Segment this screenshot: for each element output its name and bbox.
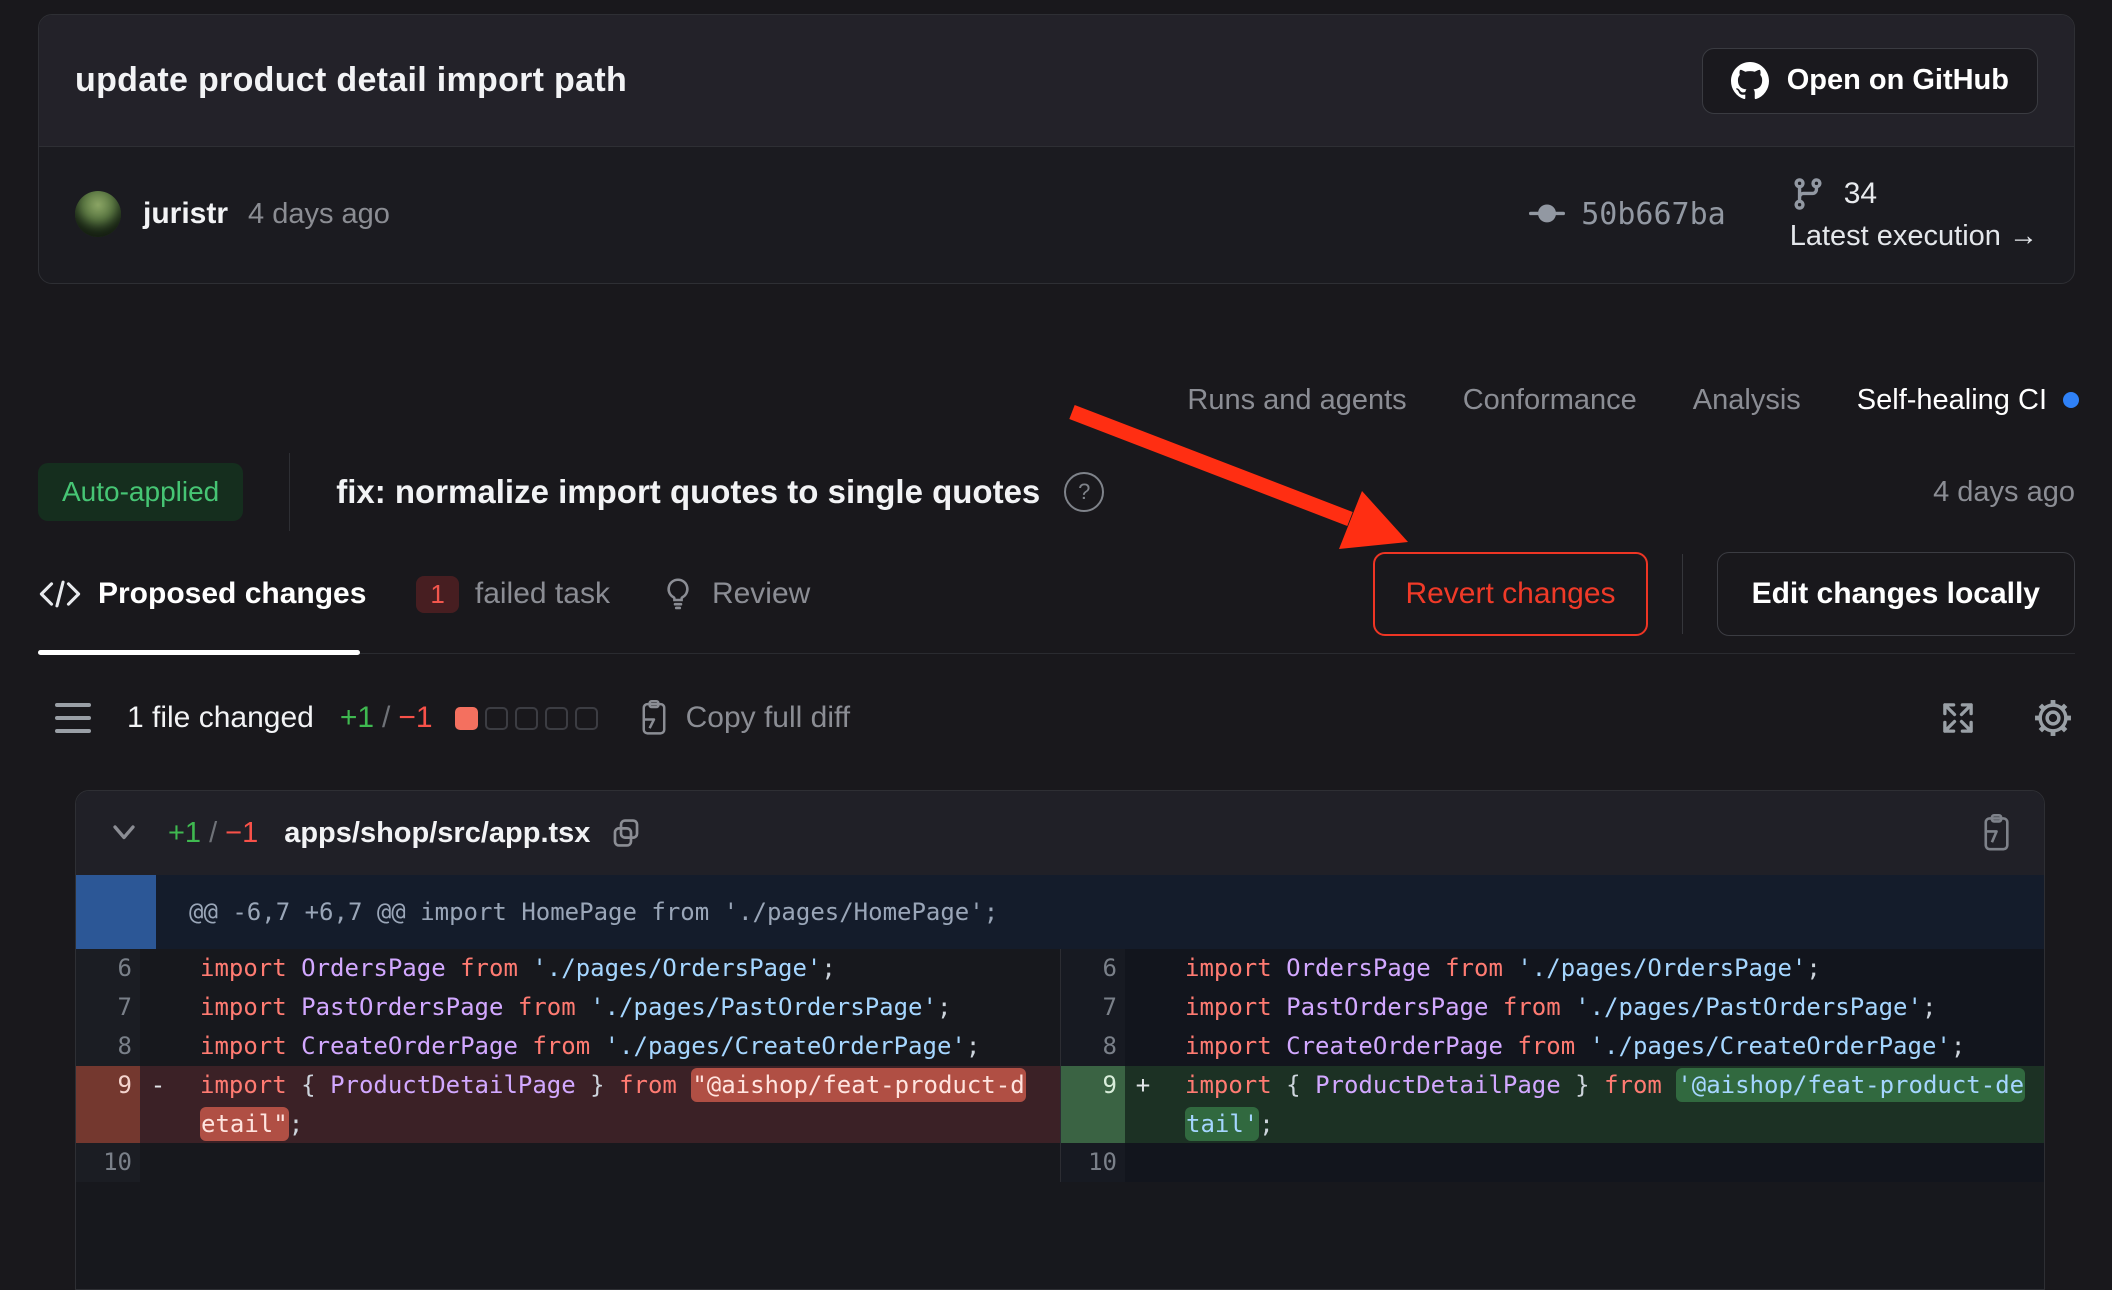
- clipboard-icon: [636, 699, 672, 737]
- diff-toolbar: 1 file changed +1 / −1 Copy full diff: [55, 684, 2075, 752]
- lightbulb-icon: [660, 575, 696, 613]
- file-deletions: −1: [225, 817, 258, 850]
- hunk-header-text: @@ -6,7 +6,7 @@ import HomePage from './…: [189, 898, 998, 926]
- diff-pane-before: 6import OrdersPage from './pages/OrdersP…: [76, 949, 1060, 1182]
- diff-line-right-6: 6import OrdersPage from './pages/OrdersP…: [1061, 949, 2045, 988]
- git-branch-icon: [1790, 176, 1826, 212]
- help-icon[interactable]: ?: [1064, 472, 1104, 512]
- tab-label: failed task: [475, 577, 610, 611]
- failed-count-badge: 1: [416, 576, 458, 613]
- fix-title: fix: normalize import quotes to single q…: [336, 473, 1040, 511]
- tab-failed-task[interactable]: 1 failed task: [416, 576, 610, 613]
- file-additions: +1: [168, 817, 201, 850]
- github-icon: [1731, 62, 1769, 100]
- nav-item-runs-and-agents[interactable]: Runs and agents: [1187, 384, 1406, 417]
- open-on-github-label: Open on GitHub: [1787, 64, 2009, 97]
- copy-path-icon[interactable]: [610, 817, 642, 849]
- diff-line-right-7: 7import PastOrdersPage from './pages/Pas…: [1061, 988, 2045, 1027]
- nav-item-label: Self-healing CI: [1857, 384, 2047, 417]
- diff-line-left-7: 7import PastOrdersPage from './pages/Pas…: [76, 988, 1060, 1027]
- separator: /: [382, 701, 390, 735]
- diff-stat-block: [485, 707, 508, 730]
- avatar[interactable]: [75, 191, 121, 237]
- file-list-menu-icon[interactable]: [55, 703, 91, 733]
- diff-line-right-10: 10: [1061, 1143, 2045, 1182]
- fullscreen-icon[interactable]: [1937, 697, 1979, 739]
- divider: [1682, 554, 1683, 634]
- tab-proposed-changes[interactable]: Proposed changes: [38, 577, 366, 611]
- settings-gear-icon[interactable]: [2031, 696, 2075, 740]
- run-number: 34: [1844, 177, 1877, 211]
- diff-stat-block: [545, 707, 568, 730]
- chevron-down-icon[interactable]: [106, 818, 142, 848]
- commit-card-header: update product detail import path Open o…: [39, 15, 2074, 147]
- copy-full-diff-button[interactable]: Copy full diff: [636, 699, 851, 737]
- diff-line-left-6: 6import OrdersPage from './pages/OrdersP…: [76, 949, 1060, 988]
- fix-tabbar: Proposed changes 1 failed task Review Re…: [38, 535, 2075, 654]
- diff-stat-block: [515, 707, 538, 730]
- commit-sha-group[interactable]: 50b667ba: [1529, 196, 1726, 232]
- tab-label: Proposed changes: [98, 577, 366, 611]
- tab-label: Review: [712, 577, 810, 611]
- diff-pane-after: 6import OrdersPage from './pages/OrdersP…: [1060, 949, 2045, 1182]
- tab-review[interactable]: Review: [660, 575, 810, 613]
- hunk-header: @@ -6,7 +6,7 @@ import HomePage from './…: [76, 875, 2044, 949]
- nav-item-conformance[interactable]: Conformance: [1463, 384, 1637, 417]
- diff-line-left-9: 9-import { ProductDetailPage } from "@ai…: [76, 1066, 1060, 1143]
- edit-changes-locally-button[interactable]: Edit changes locally: [1717, 552, 2075, 636]
- commit-card: update product detail import path Open o…: [38, 14, 2075, 284]
- page-title: update product detail import path: [75, 61, 627, 100]
- deletions-count: −1: [398, 701, 432, 735]
- diff-line-left-8: 8import CreateOrderPage from './pages/Cr…: [76, 1027, 1060, 1066]
- diff-stat-block: [455, 707, 478, 730]
- revert-changes-button[interactable]: Revert changes: [1373, 552, 1647, 636]
- diff-stat-blocks: [455, 707, 598, 730]
- auto-applied-badge: Auto-applied: [38, 463, 243, 521]
- additions-count: +1: [340, 701, 374, 735]
- nav-item-self-healing-ci[interactable]: Self-healing CI: [1857, 384, 2079, 417]
- commit-sha: 50b667ba: [1581, 197, 1726, 232]
- diff-stat-block: [575, 707, 598, 730]
- diff-file-card: +1 / −1 apps/shop/src/app.tsx @@ -6,7 +6…: [75, 790, 2045, 1290]
- open-on-github-button[interactable]: Open on GitHub: [1702, 48, 2038, 114]
- git-commit-icon: [1529, 196, 1565, 232]
- run-number-group[interactable]: 34: [1790, 176, 1877, 212]
- fix-header: Auto-applied fix: normalize import quote…: [38, 460, 2075, 524]
- notification-dot: [2063, 392, 2079, 408]
- copy-full-diff-label: Copy full diff: [686, 701, 851, 735]
- separator: /: [209, 817, 217, 850]
- fix-time: 4 days ago: [1933, 476, 2075, 509]
- divider: [289, 453, 290, 531]
- hunk-gutter: [76, 875, 156, 949]
- code-icon: [38, 577, 82, 611]
- diff-line-right-8: 8import CreateOrderPage from './pages/Cr…: [1061, 1027, 2045, 1066]
- nav-item-analysis[interactable]: Analysis: [1693, 384, 1801, 417]
- copy-file-diff-icon[interactable]: [1976, 813, 2014, 853]
- file-path: apps/shop/src/app.tsx: [284, 817, 590, 850]
- files-changed-label: 1 file changed: [127, 701, 314, 735]
- diff-line-left-10: 10: [76, 1143, 1060, 1182]
- diff-file-header: +1 / −1 apps/shop/src/app.tsx: [76, 791, 2044, 875]
- commit-author: juristr: [143, 197, 228, 231]
- page-nav: Runs and agents Conformance Analysis Sel…: [1187, 368, 2079, 432]
- active-tab-underline: [38, 650, 360, 655]
- latest-execution-link[interactable]: Latest execution →: [1790, 220, 2038, 253]
- commit-time: 4 days ago: [248, 198, 390, 231]
- diff-line-right-9: 9+import { ProductDetailPage } from '@ai…: [1061, 1066, 2045, 1143]
- commit-row: juristr 4 days ago 50b667ba: [39, 147, 2074, 281]
